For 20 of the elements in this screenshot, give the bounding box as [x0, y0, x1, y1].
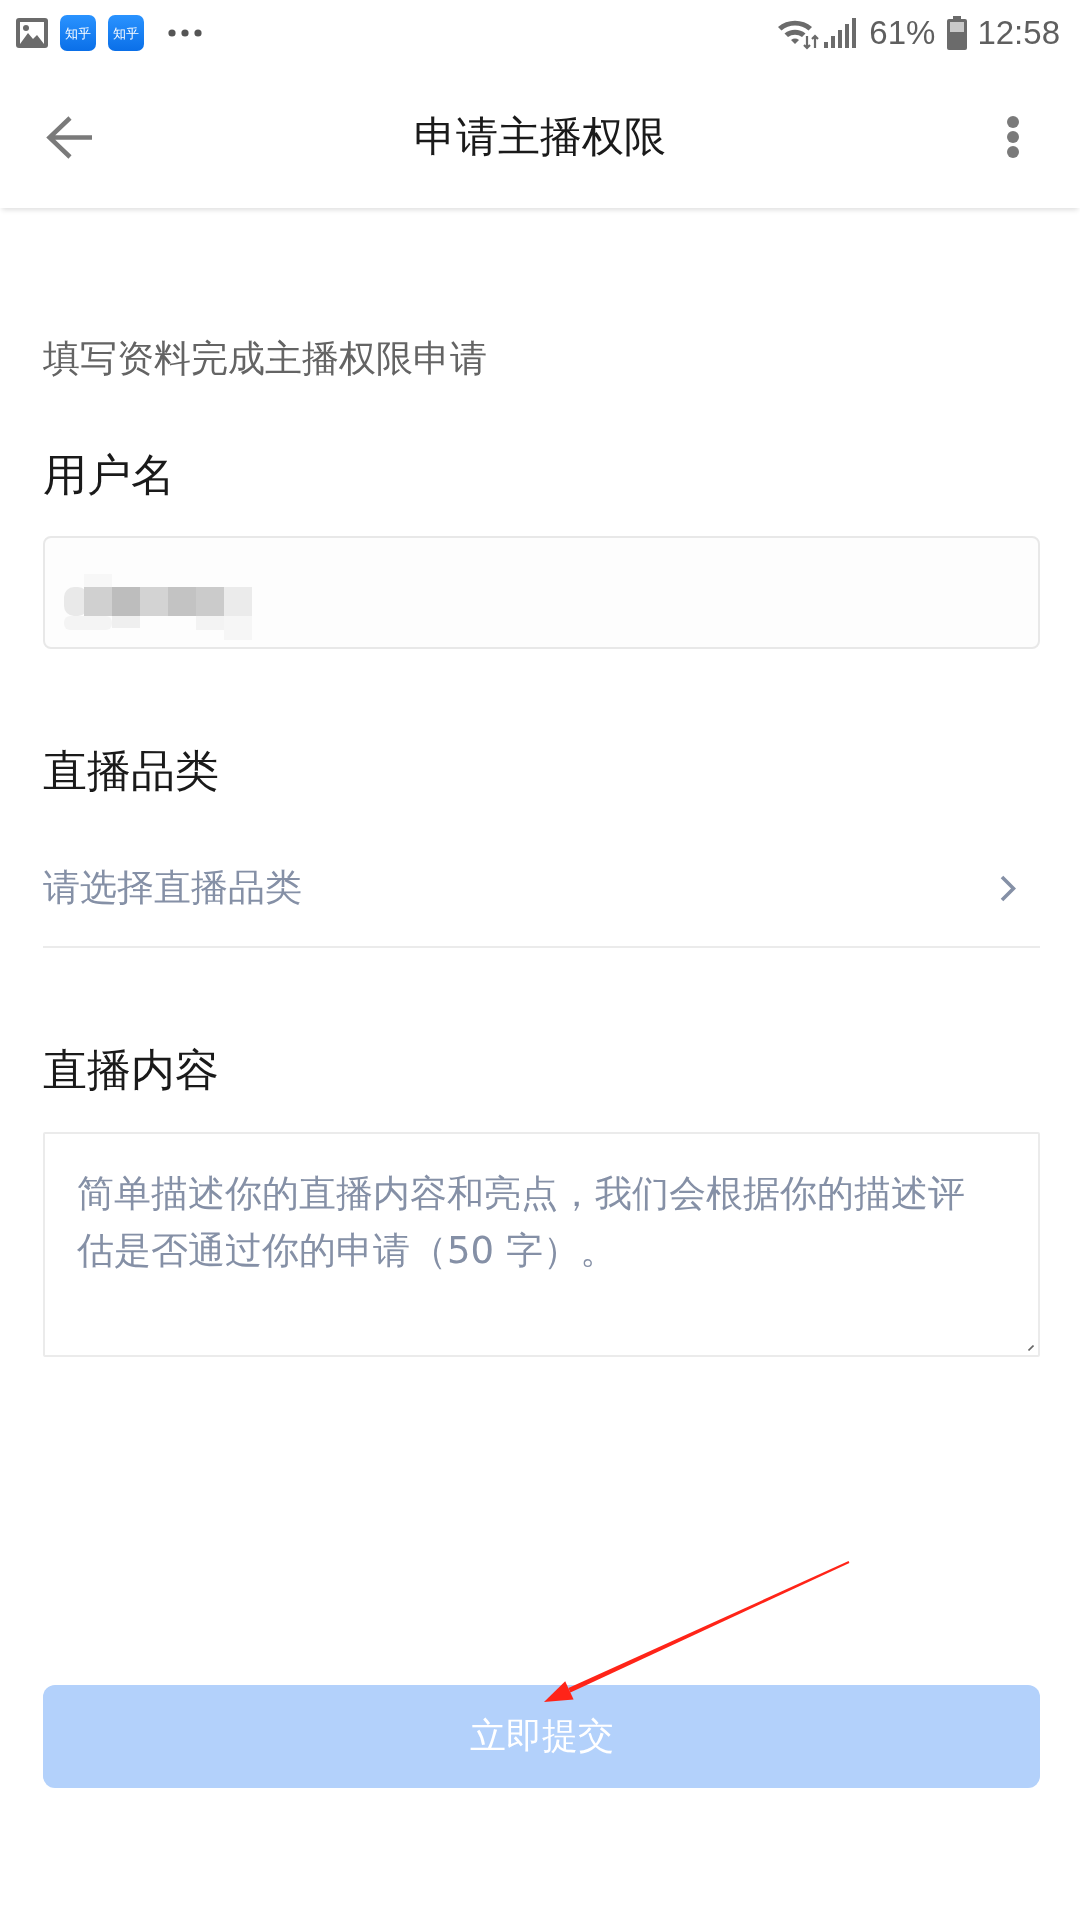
- resize-grip-icon: [1028, 1345, 1034, 1351]
- signal-icon: [824, 18, 859, 48]
- app-notification-icon: 知乎: [108, 15, 144, 51]
- overflow-menu-icon[interactable]: [1007, 116, 1019, 158]
- category-select[interactable]: 请选择直播品类: [43, 830, 1040, 948]
- app-notification-icon: 知乎: [60, 15, 96, 51]
- clock-text: 12:58: [977, 13, 1060, 53]
- gallery-icon: [16, 18, 48, 48]
- battery-percent-text: 61%: [869, 13, 936, 53]
- form-intro-text: 填写资料完成主播权限申请: [43, 336, 488, 382]
- more-notifications-icon: [168, 29, 202, 37]
- description-text-area[interactable]: 简单描述你的直播内容和亮点，我们会根据你的描述评估是否通过你的申请（50 字）。: [43, 1132, 1040, 1357]
- back-arrow-icon[interactable]: [46, 114, 93, 160]
- battery-icon: [947, 16, 968, 50]
- field-label: 直播品类: [43, 744, 220, 798]
- chevron-right-icon: [1000, 874, 1016, 902]
- field-label: 直播内容: [43, 1043, 220, 1097]
- username-input-field[interactable]: [43, 536, 1040, 649]
- field-label: 用户名: [43, 448, 176, 502]
- page-title: 申请主播权限: [414, 111, 666, 163]
